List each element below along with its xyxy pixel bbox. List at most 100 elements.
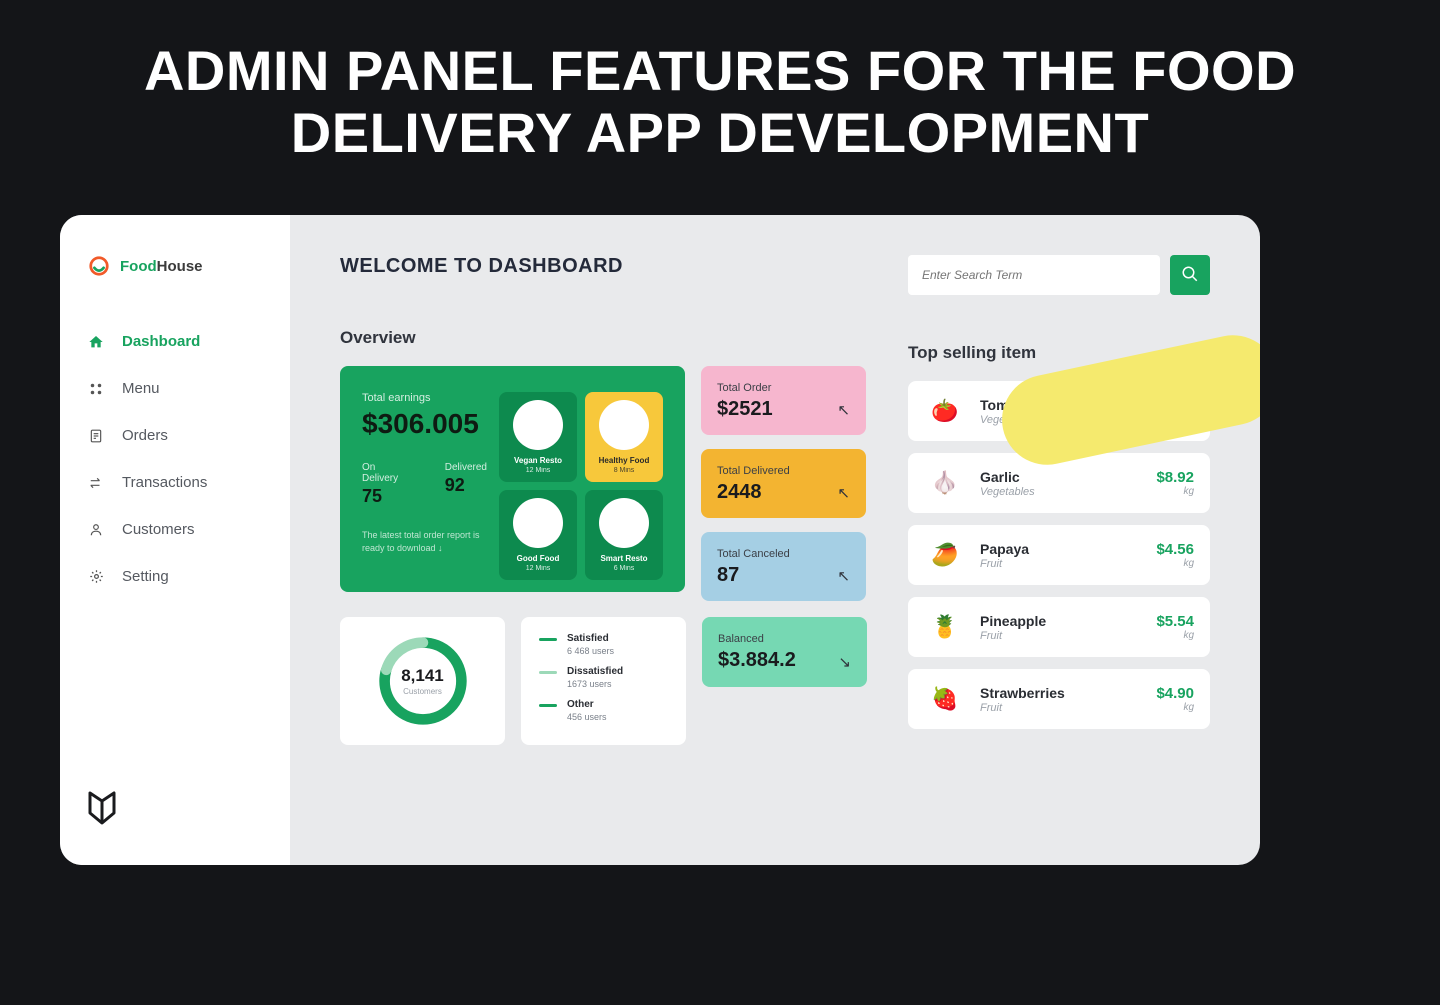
resto-card[interactable]: Vegan Resto 12 Mins bbox=[499, 392, 577, 482]
resto-time: 8 Mins bbox=[614, 467, 635, 474]
resto-name: Smart Resto bbox=[600, 554, 647, 563]
stat-label: Total Delivered bbox=[717, 465, 850, 477]
stat-label: Total Canceled bbox=[717, 548, 850, 560]
sidebar-item-label: Dashboard bbox=[122, 333, 200, 350]
legend-item: Satisfied 6 468 users bbox=[539, 633, 668, 656]
sidebar-item-customers[interactable]: Customers bbox=[88, 521, 262, 538]
sidebar-item-label: Customers bbox=[122, 521, 195, 538]
legend-color-icon bbox=[539, 704, 557, 707]
sidebar-item-menu[interactable]: Menu bbox=[88, 380, 262, 397]
list-item[interactable]: 🥭 Papaya Fruit $4.56 kg bbox=[908, 525, 1210, 585]
resto-time: 6 Mins bbox=[614, 565, 635, 572]
stat-total-canceled[interactable]: Total Canceled 87 ↖ bbox=[701, 532, 866, 601]
user-icon bbox=[88, 522, 104, 538]
stat-value: $3.884.2 bbox=[718, 649, 851, 672]
arrows-icon bbox=[88, 475, 104, 491]
list-item[interactable]: 🍅 Tomato Vegetables $5.79 kg bbox=[908, 381, 1210, 441]
logo-text: FoodHouse bbox=[120, 258, 203, 275]
nav: Dashboard Menu Orders Transactions Custo… bbox=[88, 333, 262, 585]
overview-row: Total earnings $306.005 On Delivery 75 D… bbox=[340, 366, 870, 601]
admin-panel: FoodHouse Dashboard Menu Orders Transact… bbox=[60, 215, 1260, 865]
earnings-note: The latest total order report is ready t… bbox=[362, 529, 487, 554]
item-price: $5.79 bbox=[1156, 397, 1194, 414]
resto-image bbox=[513, 400, 563, 450]
stat-value: $2521 bbox=[717, 398, 850, 421]
resto-image bbox=[599, 400, 649, 450]
resto-card[interactable]: Smart Resto 6 Mins bbox=[585, 490, 663, 580]
sidebar: FoodHouse Dashboard Menu Orders Transact… bbox=[60, 215, 290, 865]
logo-icon bbox=[88, 255, 110, 277]
stats-column: Total Order $2521 ↖ Total Delivered 2448… bbox=[701, 366, 866, 601]
earnings-card: Total earnings $306.005 On Delivery 75 D… bbox=[340, 366, 685, 592]
item-name: Papaya bbox=[980, 541, 1142, 557]
logo: FoodHouse bbox=[88, 255, 262, 277]
sidebar-item-transactions[interactable]: Transactions bbox=[88, 474, 262, 491]
item-price: $8.92 bbox=[1156, 469, 1194, 486]
customers-sub: Customers bbox=[403, 687, 442, 696]
document-icon bbox=[88, 428, 104, 444]
legend-color-icon bbox=[539, 638, 557, 641]
legend-color-icon bbox=[539, 671, 557, 674]
item-name: Garlic bbox=[980, 469, 1142, 485]
resto-name: Healthy Food bbox=[599, 456, 650, 465]
legend-label: Satisfied bbox=[567, 633, 614, 644]
list-item[interactable]: 🧄 Garlic Vegetables $8.92 kg bbox=[908, 453, 1210, 513]
search-input[interactable] bbox=[908, 255, 1160, 295]
sidebar-item-label: Transactions bbox=[122, 474, 207, 491]
item-price: $4.56 bbox=[1156, 541, 1194, 558]
legend-card: Satisfied 6 468 users Dissatisfied 1673 … bbox=[521, 617, 686, 745]
earnings-label: Total earnings bbox=[362, 392, 487, 404]
item-name: Strawberries bbox=[980, 685, 1142, 701]
stat-total-order[interactable]: Total Order $2521 ↖ bbox=[701, 366, 866, 435]
overview-title: Overview bbox=[340, 328, 870, 348]
brand-mark-icon bbox=[88, 791, 116, 825]
sidebar-item-orders[interactable]: Orders bbox=[88, 427, 262, 444]
home-icon bbox=[88, 334, 104, 350]
resto-card[interactable]: Good Food 12 Mins bbox=[499, 490, 577, 580]
hero-title: ADMIN PANEL FEATURES FOR THE FOOD DELIVE… bbox=[0, 0, 1440, 193]
bottom-row: 8,141 Customers Satisfied 6 468 users bbox=[340, 617, 870, 745]
item-unit: kg bbox=[1156, 414, 1194, 425]
resto-card[interactable]: Healthy Food 8 Mins bbox=[585, 392, 663, 482]
item-unit: kg bbox=[1156, 486, 1194, 497]
resto-name: Good Food bbox=[517, 554, 560, 563]
stat-total-delivered[interactable]: Total Delivered 2448 ↖ bbox=[701, 449, 866, 518]
item-category: Fruit bbox=[980, 630, 1142, 642]
item-unit: kg bbox=[1156, 630, 1194, 641]
delivered-label: Delivered bbox=[445, 462, 487, 473]
page-title: WELCOME TO DASHBOARD bbox=[340, 255, 870, 278]
delivered-value: 92 bbox=[445, 475, 487, 496]
item-category: Vegetables bbox=[980, 414, 1142, 426]
stat-balanced[interactable]: Balanced $3.884.2 ↘ bbox=[702, 617, 867, 687]
resto-image bbox=[513, 498, 563, 548]
item-name: Pineapple bbox=[980, 613, 1142, 629]
item-image: 🍅 bbox=[924, 393, 966, 429]
sidebar-item-dashboard[interactable]: Dashboard bbox=[88, 333, 262, 350]
legend-label: Dissatisfied bbox=[567, 666, 623, 677]
sidebar-item-setting[interactable]: Setting bbox=[88, 568, 262, 585]
item-image: 🍍 bbox=[924, 609, 966, 645]
item-unit: kg bbox=[1156, 702, 1194, 713]
item-image: 🧄 bbox=[924, 465, 966, 501]
list-item[interactable]: 🍍 Pineapple Fruit $5.54 kg bbox=[908, 597, 1210, 657]
arrow-up-left-icon: ↖ bbox=[837, 484, 850, 502]
resto-grid: Vegan Resto 12 Mins Healthy Food 8 Mins bbox=[499, 392, 663, 574]
legend-item: Dissatisfied 1673 users bbox=[539, 666, 668, 689]
item-unit: kg bbox=[1156, 558, 1194, 569]
gear-icon bbox=[88, 569, 104, 585]
donut-chart: 8,141 Customers bbox=[375, 633, 471, 729]
list-item[interactable]: 🍓 Strawberries Fruit $4.90 kg bbox=[908, 669, 1210, 729]
item-price: $5.54 bbox=[1156, 613, 1194, 630]
right-column: Top selling item 🍅 Tomato Vegetables $5.… bbox=[908, 255, 1210, 835]
sidebar-item-label: Setting bbox=[122, 568, 169, 585]
search-button[interactable] bbox=[1170, 255, 1210, 295]
resto-name: Vegan Resto bbox=[514, 456, 562, 465]
item-image: 🥭 bbox=[924, 537, 966, 573]
item-category: Fruit bbox=[980, 702, 1142, 714]
legend-sub: 1673 users bbox=[567, 679, 623, 689]
resto-time: 12 Mins bbox=[526, 565, 551, 572]
customers-total: 8,141 bbox=[401, 666, 444, 686]
search-icon bbox=[1181, 265, 1199, 286]
customers-donut-card: 8,141 Customers bbox=[340, 617, 505, 745]
legend-sub: 456 users bbox=[567, 712, 607, 722]
